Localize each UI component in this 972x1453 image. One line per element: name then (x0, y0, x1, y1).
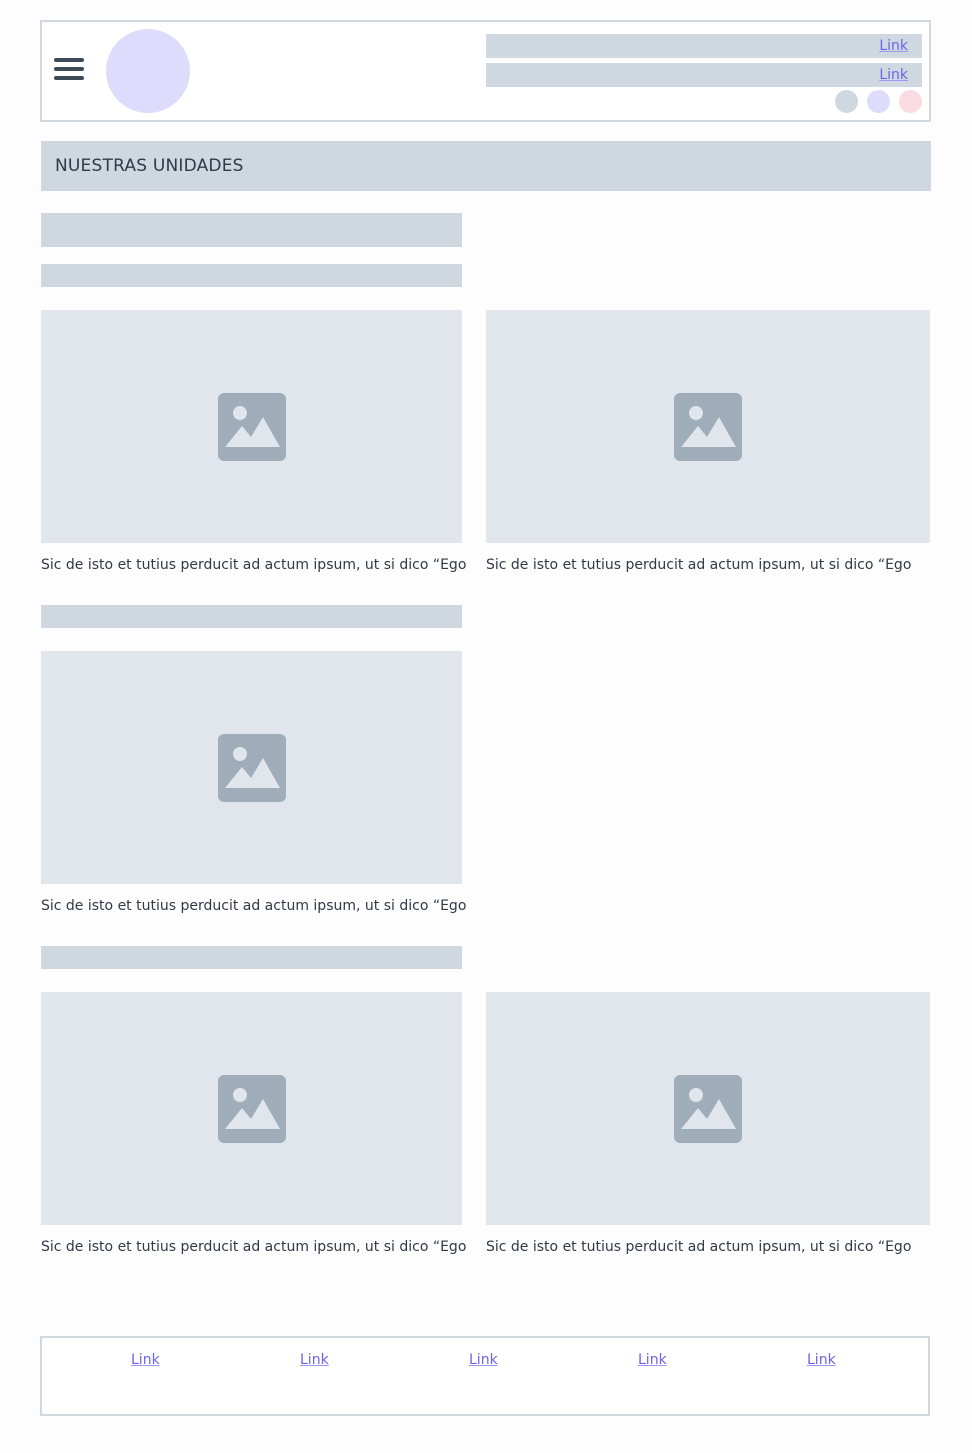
hamburger-menu-icon[interactable] (54, 58, 86, 84)
image-placeholder-4[interactable] (41, 992, 462, 1225)
image-icon (674, 392, 742, 461)
card-caption-4: Sic de isto et tutius perducit ad actum … (41, 1239, 467, 1255)
footer-link-5[interactable]: Link (807, 1352, 836, 1368)
footer-link-4[interactable]: Link (638, 1352, 667, 1368)
image-placeholder-1[interactable] (41, 310, 462, 543)
color-dot-3[interactable] (899, 90, 922, 113)
image-placeholder-2[interactable] (486, 310, 930, 543)
card-caption-2: Sic de isto et tutius perducit ad actum … (486, 557, 912, 573)
header-link-bar-1: Link (486, 34, 922, 58)
image-placeholder-3[interactable] (41, 651, 462, 884)
card-caption-5: Sic de isto et tutius perducit ad actum … (486, 1239, 912, 1255)
logo[interactable] (106, 29, 190, 113)
image-placeholder-5[interactable] (486, 992, 930, 1225)
card-caption-1: Sic de isto et tutius perducit ad actum … (41, 557, 467, 573)
image-icon (217, 392, 286, 461)
placeholder-subheading-bar-3 (41, 946, 462, 969)
section-title: NUESTRAS UNIDADES (41, 141, 931, 191)
footer-link-1[interactable]: Link (131, 1352, 160, 1368)
header-link-1[interactable]: Link (879, 38, 908, 54)
footer-link-3[interactable]: Link (469, 1352, 498, 1368)
footer-link-2[interactable]: Link (300, 1352, 329, 1368)
placeholder-subheading-bar-2 (41, 605, 462, 628)
site-header: Link Link (40, 20, 931, 122)
site-footer: Link Link Link Link Link (40, 1336, 930, 1416)
image-icon (217, 733, 286, 802)
placeholder-heading-bar (41, 213, 462, 247)
image-icon (674, 1074, 742, 1143)
color-dot-2[interactable] (867, 90, 890, 113)
card-caption-3: Sic de isto et tutius perducit ad actum … (41, 898, 467, 914)
image-icon (217, 1074, 286, 1143)
header-link-bar-2: Link (486, 63, 922, 87)
header-link-2[interactable]: Link (879, 67, 908, 83)
placeholder-subheading-bar-1 (41, 264, 462, 287)
color-dot-1[interactable] (835, 90, 858, 113)
